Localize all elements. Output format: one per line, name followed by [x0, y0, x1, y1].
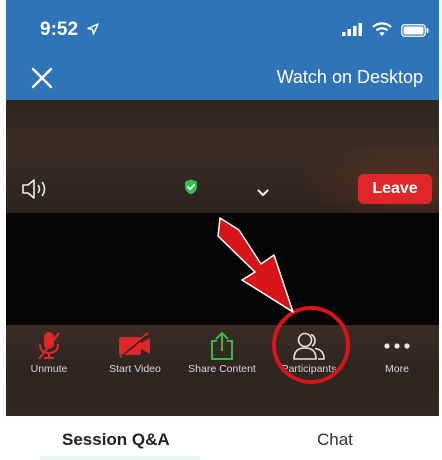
- video-camera-off-icon: [117, 331, 153, 364]
- start-video-button[interactable]: Start Video: [92, 325, 178, 416]
- share-content-label: Share Content: [188, 363, 256, 375]
- watch-on-desktop-button[interactable]: Watch on Desktop: [277, 67, 423, 88]
- meeting-toolbar: Unmute Start Video Share Content Partici…: [6, 325, 439, 416]
- participants-icon: [292, 331, 326, 366]
- participants-button[interactable]: Participants: [266, 325, 352, 416]
- unmute-button[interactable]: Unmute: [6, 325, 92, 416]
- status-bar: 9:52: [6, 0, 439, 58]
- shield-check-icon[interactable]: [184, 179, 198, 200]
- participants-label: Participants: [281, 363, 337, 375]
- video-area: Leave: [6, 100, 439, 213]
- location-arrow-icon: [87, 22, 99, 40]
- zoom-app-screen: 9:52 Watch on Desktop Leave Unmute Start…: [6, 0, 439, 460]
- start-video-label: Start Video: [109, 363, 161, 375]
- cellular-signal-icon: [342, 23, 362, 41]
- speaker-icon[interactable]: [21, 178, 51, 205]
- video-feed-black: [6, 213, 439, 325]
- more-dots-icon: [382, 331, 412, 366]
- tab-session-qa[interactable]: Session Q&A: [62, 430, 170, 450]
- meeting-header: Watch on Desktop: [6, 58, 439, 100]
- status-time: 9:52: [40, 19, 79, 40]
- wifi-icon: [372, 22, 392, 42]
- more-label: More: [385, 363, 409, 375]
- close-icon: [31, 67, 53, 89]
- tab-bar: Session Q&A Chat: [6, 416, 439, 460]
- share-content-button[interactable]: Share Content: [179, 325, 265, 416]
- more-button[interactable]: More: [354, 325, 439, 416]
- share-upload-icon: [208, 331, 236, 366]
- chevron-down-icon[interactable]: [257, 184, 269, 202]
- microphone-muted-icon: [35, 331, 63, 366]
- close-button[interactable]: [30, 66, 54, 90]
- active-tab-indicator: [40, 456, 200, 460]
- battery-icon: [401, 24, 429, 42]
- tab-chat[interactable]: Chat: [317, 430, 353, 450]
- unmute-label: Unmute: [30, 363, 68, 375]
- leave-button[interactable]: Leave: [358, 174, 432, 204]
